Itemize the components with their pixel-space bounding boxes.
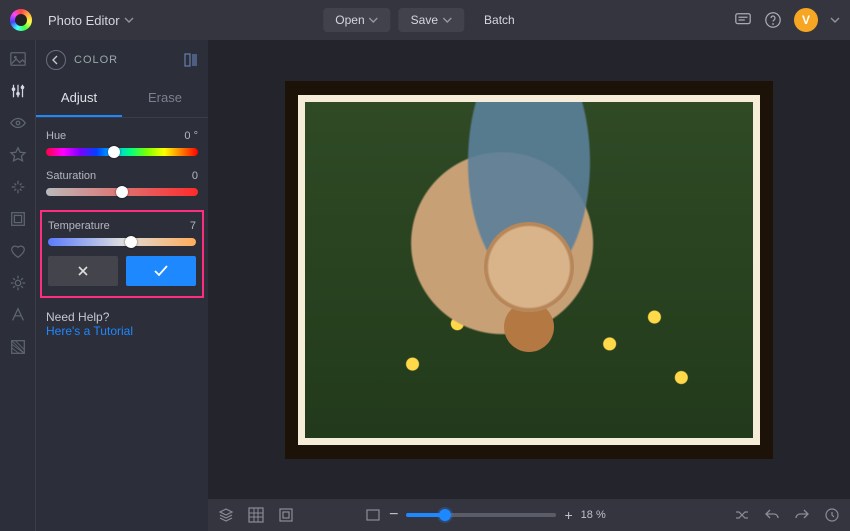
texture-tool-icon[interactable] [9,338,27,356]
panel-title: COLOR [74,54,118,66]
zoom-slider-thumb[interactable] [439,509,451,521]
zoom-control: − + 18 % [365,506,606,524]
tool-rail [0,40,36,531]
app-title: Photo Editor [48,13,120,28]
undo-icon[interactable] [764,507,780,523]
saturation-track[interactable] [46,188,198,196]
apply-button[interactable] [126,256,196,286]
help-heading: Need Help? [46,310,198,324]
temperature-value: 7 [190,220,196,232]
temperature-thumb[interactable] [125,236,137,248]
panel-header: COLOR [36,50,208,80]
layers-icon[interactable] [218,507,234,523]
back-button[interactable] [46,50,66,70]
account-chevron-icon[interactable] [830,15,840,25]
saturation-label: Saturation [46,170,96,182]
save-menu[interactable]: Save [399,8,464,32]
hue-value: 0 ° [184,130,198,142]
saturation-slider: Saturation 0 [46,170,198,196]
hue-thumb[interactable] [108,146,120,158]
sliders-group: Hue 0 ° Saturation 0 [36,118,208,196]
panel-tabs: Adjust Erase [36,80,208,118]
zoom-in-button[interactable]: + [564,507,572,523]
top-center-controls: Open Save Batch [323,8,526,32]
fit-screen-icon[interactable] [365,507,381,523]
app-title-menu[interactable]: Photo Editor [42,9,140,32]
help-block: Need Help? Here's a Tutorial [36,298,208,350]
app-logo-icon [10,9,32,31]
color-panel: COLOR Adjust Erase Hue 0 ° Saturation 0 [36,40,208,531]
image-tool-icon[interactable] [9,50,27,68]
hue-slider: Hue 0 ° [46,130,198,156]
topbar: Photo Editor Open Save Batch V [0,0,850,40]
cancel-button[interactable] [48,256,118,286]
temperature-highlight: Temperature 7 [40,210,204,298]
shuffle-icon[interactable] [734,507,750,523]
history-icon[interactable] [824,507,840,523]
batch-label: Batch [484,13,515,27]
bottom-left-tools [218,507,294,523]
help-tutorial-link[interactable]: Here's a Tutorial [46,324,133,338]
compare-icon[interactable] [184,53,198,67]
chevron-down-icon [124,15,134,25]
tab-adjust[interactable]: Adjust [36,80,122,117]
bottombar: − + 18 % [208,499,850,531]
gear-tool-icon[interactable] [9,274,27,292]
hue-label: Hue [46,130,66,142]
frame-tool-icon[interactable] [9,210,27,228]
eye-tool-icon[interactable] [9,114,27,132]
temperature-track[interactable] [48,238,196,246]
avatar-initial: V [802,13,810,27]
save-label: Save [411,13,438,27]
open-label: Open [335,13,364,27]
zoom-out-button[interactable]: − [389,506,398,524]
chat-icon[interactable] [734,11,752,29]
canvas-area[interactable] [208,40,850,499]
bottom-right-tools [734,507,840,523]
chevron-down-icon [369,15,379,25]
photo-frame-inner [298,95,760,445]
tab-erase[interactable]: Erase [122,80,208,117]
grid-icon[interactable] [248,507,264,523]
saturation-thumb[interactable] [116,186,128,198]
avatar[interactable]: V [794,8,818,32]
photo-content [305,102,753,438]
temperature-label: Temperature [48,220,110,232]
zoom-percent-label: 18 % [581,509,606,521]
temperature-slider: Temperature 7 [48,220,196,246]
star-tool-icon[interactable] [9,146,27,164]
saturation-value: 0 [192,170,198,182]
redo-icon[interactable] [794,507,810,523]
open-menu[interactable]: Open [323,8,390,32]
sparkle-tool-icon[interactable] [9,178,27,196]
batch-button[interactable]: Batch [472,8,527,32]
zoom-slider-track[interactable] [406,513,556,517]
photo-frame-outer [285,81,773,459]
help-icon[interactable] [764,11,782,29]
heart-tool-icon[interactable] [9,242,27,260]
crop-icon[interactable] [278,507,294,523]
chevron-down-icon [442,15,452,25]
text-tool-icon[interactable] [9,306,27,324]
topbar-right: V [734,8,840,32]
hue-track[interactable] [46,148,198,156]
sliders-tool-icon[interactable] [9,82,27,100]
